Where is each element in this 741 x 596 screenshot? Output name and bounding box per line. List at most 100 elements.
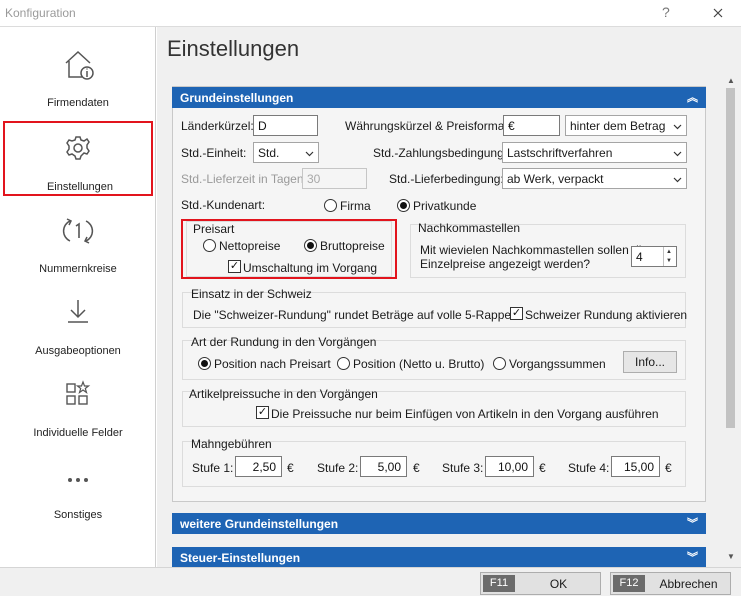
help-button[interactable]: ?	[662, 4, 670, 20]
section-title: weitere Grundeinstellungen	[180, 517, 339, 531]
stufe3-input[interactable]: 10,00	[485, 456, 534, 477]
cycle-one-icon	[62, 218, 94, 244]
expand-icon[interactable]: ︾	[687, 515, 698, 531]
waehrung-label: Währungskürzel & Preisformat:	[345, 119, 512, 133]
laenderkuerzel-input[interactable]: D	[253, 115, 318, 136]
select-value: Lastschriftverfahren	[507, 146, 613, 160]
sidebar-item-sonstiges[interactable]: Sonstiges	[3, 449, 153, 524]
lieferzeit-label: Std.-Lieferzeit in Tagen:	[181, 172, 307, 186]
select-value: Std.	[258, 146, 280, 160]
sidebar-item-label: Nummernkreise	[39, 263, 117, 275]
cancel-button[interactable]: F12 Abbrechen	[610, 572, 731, 595]
einheit-select[interactable]: Std.	[253, 142, 319, 163]
weitere-grundeinstellungen-header[interactable]: weitere Grundeinstellungen ︾	[172, 513, 706, 534]
schweiz-checkbox[interactable]: ✓	[510, 307, 523, 320]
schweiz-title: Einsatz in der Schweiz	[191, 287, 312, 301]
liefer-select[interactable]: ab Werk, verpackt	[502, 168, 687, 189]
kundenart-label: Std.-Kundenart:	[181, 198, 266, 212]
preisart-title: Preisart	[193, 222, 235, 236]
schweiz-checkbox-label: Schweizer Rundung aktivieren	[525, 308, 688, 322]
shortcut-key: F12	[613, 575, 645, 592]
schweiz-desc: Die "Schweizer-Rundung" rundet Beträge a…	[193, 308, 522, 322]
sidebar: Firmendaten Einstellungen Nummernkreise …	[0, 27, 156, 567]
select-value: ab Werk, verpackt	[507, 172, 604, 186]
scroll-up-icon[interactable]: ▲	[725, 76, 737, 86]
umschaltung-checkbox[interactable]: ✓	[228, 260, 241, 273]
spin-down-icon[interactable]: ▼	[666, 257, 674, 265]
preisart-brutto-label: Bruttopreise	[320, 239, 385, 253]
chevron-down-icon	[673, 177, 682, 183]
sidebar-item-label: Sonstiges	[53, 509, 103, 521]
nachkomma-title: Nachkommastellen	[418, 221, 521, 235]
download-icon	[68, 300, 88, 323]
section-title: Steuer-Einstellungen	[180, 551, 301, 565]
dialog-footer: F11 OK F12 Abbrechen	[0, 567, 741, 596]
home-info-icon	[65, 50, 94, 80]
kundenart-firma-radio[interactable]	[324, 199, 337, 212]
sidebar-item-ausgabeoptionen[interactable]: Ausgabeoptionen	[3, 285, 153, 360]
button-label: OK	[549, 577, 568, 591]
shortcut-key: F11	[483, 575, 515, 592]
sidebar-item-firmendaten[interactable]: Firmendaten	[3, 37, 153, 112]
info-button[interactable]: Info...	[623, 351, 677, 373]
zahlung-label: Std.-Zahlungsbedingung:	[373, 146, 508, 160]
kundenart-privat-radio[interactable]	[397, 199, 410, 212]
laenderkuerzel-label: Länderkürzel:	[181, 119, 254, 133]
more-dots-icon	[68, 478, 88, 482]
sidebar-item-label: Firmendaten	[47, 97, 109, 109]
spin-up-icon[interactable]: ▲	[666, 248, 674, 256]
collapse-icon[interactable]: ︽	[687, 89, 698, 105]
select-value: hinter dem Betrag	[570, 119, 666, 133]
ok-button[interactable]: F11 OK	[480, 572, 601, 595]
stufe4-label: Stufe 4:	[568, 461, 610, 475]
einheit-label: Std.-Einheit:	[181, 146, 247, 160]
preisart-brutto-radio[interactable]	[304, 239, 317, 252]
scrollbar-thumb[interactable]	[726, 88, 735, 428]
stufe2-input[interactable]: 5,00	[360, 456, 407, 477]
expand-icon[interactable]: ︾	[687, 549, 698, 565]
rundung-summen-radio[interactable]	[493, 357, 506, 370]
preisart-netto-radio[interactable]	[203, 239, 216, 252]
sidebar-item-label: Individuelle Felder	[33, 427, 123, 439]
chevron-down-icon	[673, 151, 682, 157]
zahlung-select[interactable]: Lastschriftverfahren	[502, 142, 687, 163]
close-icon	[713, 8, 723, 18]
sidebar-item-individuelle-felder[interactable]: Individuelle Felder	[3, 367, 153, 442]
close-button[interactable]	[706, 1, 730, 25]
rundung-position-label: Position nach Preisart	[214, 357, 331, 371]
stepper-value: 4	[636, 250, 643, 264]
grundeinstellungen-header[interactable]: Grundeinstellungen ︽	[172, 87, 706, 108]
scroll-down-icon[interactable]: ▼	[725, 552, 737, 562]
nachkomma-question-2: Einzelpreise angezeigt werden?	[420, 257, 591, 271]
preisformat-select[interactable]: hinter dem Betrag	[565, 115, 687, 136]
stufe2-currency: €	[413, 461, 420, 475]
preisart-netto-label: Nettopreise	[219, 239, 281, 253]
kundenart-firma-label: Firma	[340, 199, 371, 213]
sidebar-item-nummernkreise[interactable]: Nummernkreise	[3, 203, 153, 278]
chevron-down-icon	[305, 151, 314, 157]
stufe4-currency: €	[665, 461, 672, 475]
stufe3-currency: €	[539, 461, 546, 475]
stufe3-label: Stufe 3:	[442, 461, 484, 475]
waehrung-input[interactable]: €	[503, 115, 560, 136]
rundung-position-radio[interactable]	[198, 357, 211, 370]
stufe1-input[interactable]: 2,50	[235, 456, 282, 477]
stepper-spinner[interactable]: ▲ ▼	[663, 247, 675, 266]
rundung-netto-brutto-label: Position (Netto u. Brutto)	[353, 357, 485, 371]
rundung-netto-brutto-radio[interactable]	[337, 357, 350, 370]
lieferzeit-input[interactable]: 30	[302, 168, 367, 189]
artikel-checkbox[interactable]: ✓	[256, 406, 269, 419]
steuer-einstellungen-header[interactable]: Steuer-Einstellungen ︾	[172, 547, 706, 567]
mahn-title: Mahngebühren	[191, 437, 272, 451]
grid-star-icon	[66, 380, 91, 405]
sidebar-item-label: Einstellungen	[46, 181, 114, 193]
sidebar-item-label: Ausgabeoptionen	[35, 345, 121, 357]
nachkomma-question: Mit wievielen Nachkommastellen sollen di…	[420, 243, 649, 257]
button-label: Abbrechen	[659, 577, 718, 591]
umschaltung-label: Umschaltung im Vorgang	[243, 261, 378, 275]
stufe4-input[interactable]: 15,00	[611, 456, 660, 477]
stufe1-currency: €	[287, 461, 294, 475]
title-bar: Konfiguration ?	[0, 0, 741, 26]
artikel-title: Artikelpreissuche in den Vorgängen	[189, 387, 378, 401]
sidebar-item-einstellungen[interactable]: Einstellungen	[3, 121, 153, 196]
